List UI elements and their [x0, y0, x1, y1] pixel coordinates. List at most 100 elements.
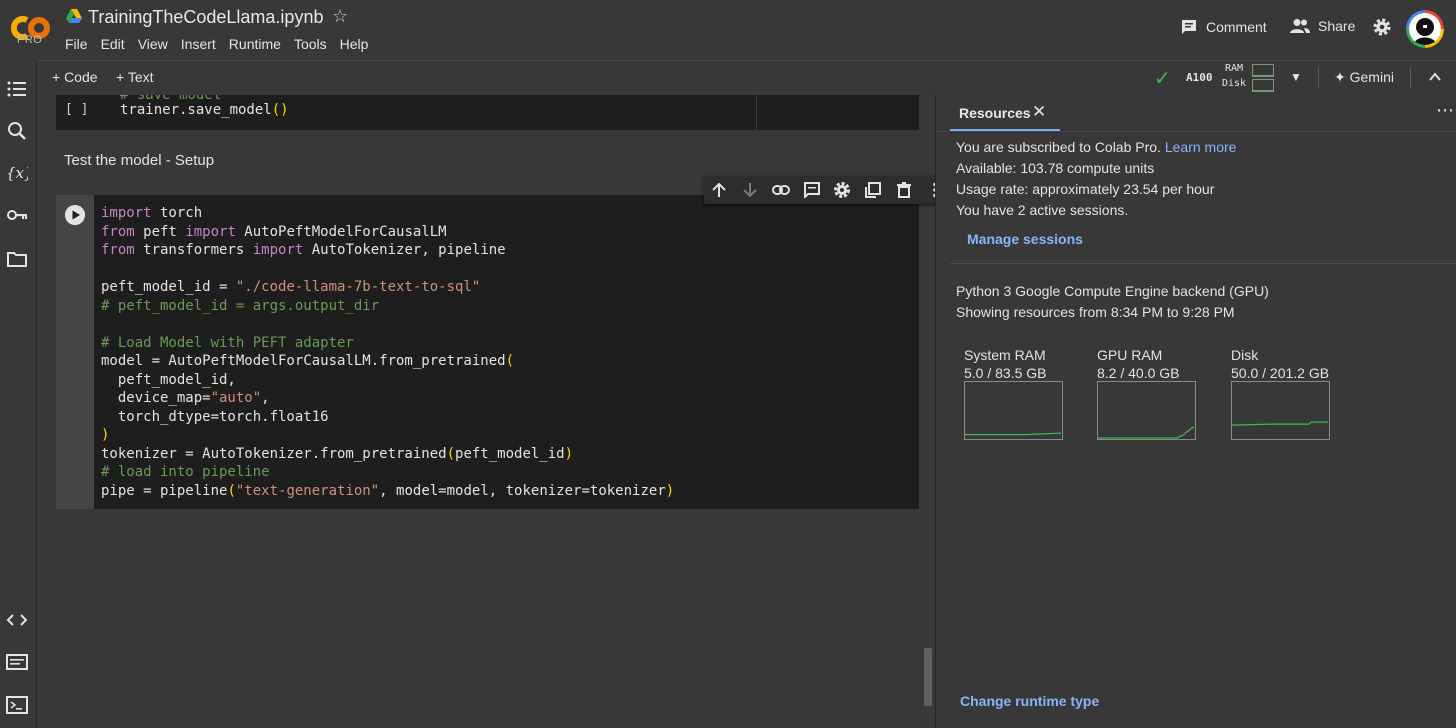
menu-insert[interactable]: Insert [181, 36, 216, 52]
terminal-icon[interactable] [6, 694, 28, 716]
gauge-value: 8.2 / 40.0 GB [1097, 365, 1180, 381]
system-ram-graph [964, 381, 1063, 440]
app-header: PRO TrainingTheCodeLlama.ipynb ☆ File Ed… [0, 0, 1456, 60]
code-line: tokenizer = AutoTokenizer.from_pretraine… [101, 445, 574, 462]
chevron-down-icon[interactable]: ▼ [1290, 70, 1302, 84]
disk-gauge: Disk 50.0 / 201.2 GB [1231, 347, 1331, 440]
people-icon [1290, 19, 1310, 33]
cell-run-indicator[interactable]: [ ] [65, 102, 88, 117]
notebook-area: [ ] # save model trainer.save_model() Te… [37, 95, 935, 728]
settings-gear-icon[interactable] [1372, 17, 1392, 37]
svg-text:{x}: {x} [6, 164, 28, 182]
code-line: pipe = pipeline("text-generation", model… [101, 482, 675, 499]
menu-edit[interactable]: Edit [101, 36, 125, 52]
text-cell-heading[interactable]: Test the model - Setup [64, 152, 214, 169]
gauge-value: 5.0 / 83.5 GB [964, 365, 1047, 381]
menu-tools[interactable]: Tools [294, 36, 327, 52]
delete-icon[interactable] [889, 176, 920, 204]
share-button[interactable]: Share [1290, 18, 1355, 34]
available-units: Available: 103.78 compute units [956, 160, 1155, 176]
comment-icon [1182, 20, 1196, 34]
accelerator-label[interactable]: A100 [1186, 71, 1213, 84]
connected-check-icon[interactable]: ✓ [1154, 66, 1171, 91]
menu-help[interactable]: Help [340, 36, 369, 52]
sparkle-icon: ✦ [1334, 69, 1346, 85]
code-line: device_map="auto", [101, 390, 270, 406]
share-label: Share [1318, 18, 1356, 34]
learn-more-link[interactable]: Learn more [1165, 139, 1237, 155]
pro-badge: PRO [17, 34, 43, 46]
code-line: model = AutoPeftModelForCausalLM.from_pr… [101, 353, 515, 369]
system-ram-gauge: System RAM 5.0 / 83.5 GB [964, 347, 1064, 440]
toolbar-divider [1410, 67, 1411, 89]
time-range: Showing resources from 8:34 PM to 9:28 P… [956, 304, 1235, 320]
table-of-contents-icon[interactable] [6, 78, 28, 100]
manage-sessions-button[interactable]: Manage sessions [967, 231, 1083, 247]
gauge-line [1231, 421, 1328, 426]
comment-label: Comment [1206, 19, 1267, 35]
cell-gutter [56, 195, 94, 509]
close-icon[interactable]: ✕ [1032, 102, 1046, 122]
star-icon[interactable]: ☆ [332, 6, 348, 27]
code-snippets-icon[interactable] [6, 609, 28, 631]
move-down-icon[interactable] [735, 176, 766, 204]
code-line: from peft import AutoPeftModelForCausalL… [101, 223, 447, 240]
cell-divider [756, 95, 757, 130]
code-line: trainer.save_model() [120, 102, 289, 118]
usage-rate: Usage rate: approximately 23.54 per hour [956, 181, 1215, 197]
files-folder-icon[interactable] [6, 248, 28, 270]
avatar-face-icon [1414, 18, 1436, 45]
disk-usage-bar[interactable] [1252, 79, 1274, 92]
code-line: torch_dtype=torch.float16 [101, 408, 329, 425]
code-line: # Load Model with PEFT adapter [101, 334, 354, 351]
code-cell[interactable]: [ ] # save model trainer.save_model() [56, 95, 919, 130]
code-line: # load into pipeline [101, 464, 270, 480]
panel-divider [950, 263, 1456, 264]
move-up-icon[interactable] [704, 176, 735, 204]
chevron-up-icon[interactable] [1428, 68, 1442, 86]
resources-tab[interactable]: Resources [959, 105, 1031, 121]
notebook-title[interactable]: TrainingTheCodeLlama.ipynb [88, 7, 323, 28]
backend-info: Python 3 Google Compute Engine backend (… [956, 283, 1269, 299]
subscription-text: You are subscribed to Colab Pro. [956, 139, 1161, 155]
gemini-button[interactable]: ✦ Gemini [1334, 69, 1394, 86]
code-line: import torch [101, 205, 203, 221]
active-sessions: You have 2 active sessions. [956, 202, 1129, 218]
add-text-button[interactable]: + Text [116, 69, 154, 85]
gemini-label: Gemini [1349, 69, 1394, 85]
comment-button[interactable]: Comment [1180, 18, 1267, 36]
menu-bar: File Edit View Insert Runtime Tools Help [65, 36, 381, 52]
code-cell-active[interactable]: import torch from peft import AutoPeftMo… [56, 195, 919, 509]
menu-file[interactable]: File [65, 36, 88, 52]
code-line: peft_model_id = "./code-llama-7b-text-to… [101, 279, 481, 295]
ram-usage-bar[interactable] [1252, 64, 1274, 77]
user-avatar[interactable] [1406, 10, 1444, 48]
comment-icon[interactable] [796, 176, 827, 204]
search-icon[interactable] [6, 120, 28, 142]
link-icon[interactable] [766, 176, 797, 204]
notebook-toolbar: + Code + Text ✓ A100 RAM Disk ▼ ✦ Gemini [36, 60, 1456, 96]
menu-runtime[interactable]: Runtime [229, 36, 281, 52]
code-line: # peft_model_id = args.output_dir [101, 297, 380, 314]
secrets-key-icon[interactable] [6, 204, 28, 226]
code-editor[interactable]: import torch from peft import AutoPeftMo… [101, 204, 674, 500]
code-line: ) [101, 427, 110, 443]
variables-icon[interactable]: {x} [6, 162, 28, 184]
command-palette-icon[interactable] [6, 651, 28, 673]
change-runtime-type-button[interactable]: Change runtime type [960, 693, 1099, 709]
toolbar-divider [1318, 67, 1319, 89]
menu-view[interactable]: View [138, 36, 168, 52]
more-horiz-icon[interactable]: ⋯ [1436, 100, 1454, 121]
add-code-button[interactable]: + Code [52, 69, 98, 85]
gauge-name: System RAM [964, 347, 1046, 363]
gpu-ram-gauge: GPU RAM 8.2 / 40.0 GB [1097, 347, 1197, 440]
settings-icon[interactable] [827, 176, 858, 204]
google-drive-icon[interactable] [66, 9, 82, 23]
run-cell-play-icon[interactable] [65, 205, 85, 225]
gauge-line [965, 432, 1062, 436]
resources-panel: Resources ✕ ⋯ You are subscribed to Cola… [935, 95, 1456, 728]
more-vert-icon[interactable] [919, 176, 935, 204]
scrollbar-thumb[interactable] [924, 648, 932, 706]
code-line: from transformers import AutoTokenizer, … [101, 242, 506, 258]
mirror-cell-icon[interactable] [858, 176, 889, 204]
